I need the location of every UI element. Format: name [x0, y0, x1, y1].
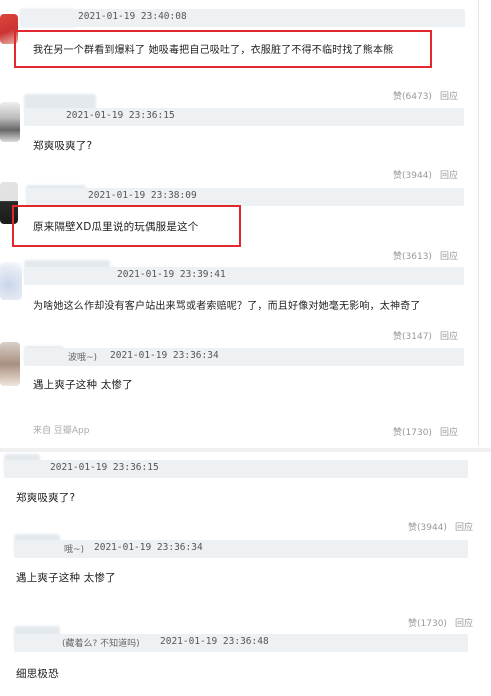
comment-timestamp: 2021-01-19 23:40:08 — [78, 11, 187, 22]
screenshot-page: 2021-01-19 23:40:08 我在另一个群看到爆料了 她吸毒把自己吸吐… — [0, 0, 491, 696]
comment-timestamp: 2021-01-19 23:36:48 — [160, 636, 269, 647]
comment-text: 遇上爽子这种 太惨了 — [16, 572, 116, 584]
comment-username-suffix[interactable]: 波哦~) — [68, 350, 97, 363]
comment-5: 波哦~) 2021-01-19 23:36:34 遇上爽子这种 太惨了 来自 豆… — [0, 340, 491, 444]
avatar[interactable] — [0, 102, 20, 142]
comment-text: 细思极恐 — [16, 668, 59, 680]
comment-source: 来自 豆瓣App — [33, 426, 90, 436]
repeat-comment-2: 哦~) 2021-01-19 23:36:34 遇上爽子这种 太惨了 赞(173… — [0, 530, 491, 629]
comment-text: 为啥她这么作却没有客户站出来骂或者索赔呢？了，而且好像对她毫无影响，太神奇了 — [33, 301, 421, 312]
repeat-comment-1: 2021-01-19 23:36:15 郑爽吸爽了? 赞(3944) 回应 — [0, 452, 491, 533]
comment-text: 郑爽吸爽了? — [33, 140, 93, 152]
comment-text: 遇上爽子这种 太惨了 — [33, 379, 133, 391]
like-button[interactable]: 赞(1730) — [393, 425, 432, 438]
comment-timestamp: 2021-01-19 23:36:15 — [66, 110, 175, 121]
repeat-comment-3: (藏着么? 不知道吗) 2021-01-19 23:36:48 细思极恐 — [0, 626, 491, 696]
reply-button[interactable]: 回应 — [440, 425, 458, 438]
comment-text: 郑爽吸爽了? — [16, 492, 76, 504]
comment-meta-bar — [24, 267, 464, 285]
avatar[interactable] — [0, 262, 22, 300]
comment-2: 2021-01-19 23:36:15 郑爽吸爽了? 赞(3944) 回应 — [0, 94, 491, 182]
reply-button[interactable]: 回应 — [440, 168, 458, 181]
highlight-box — [12, 205, 241, 247]
highlight-box — [14, 30, 432, 68]
comment-4: 2021-01-19 23:39:41 为啥她这么作却没有客户站出来骂或者索赔呢… — [0, 258, 491, 342]
comment-timestamp: 2021-01-19 23:38:09 — [88, 190, 197, 201]
comment-timestamp: 2021-01-19 23:39:41 — [117, 269, 226, 280]
avatar[interactable] — [0, 342, 20, 386]
comment-timestamp: 2021-01-19 23:36:34 — [94, 542, 203, 553]
comment-username-suffix[interactable]: (藏着么? 不知道吗) — [62, 636, 140, 649]
comment-username-suffix[interactable]: 哦~) — [64, 542, 84, 555]
comment-timestamp: 2021-01-19 23:36:34 — [110, 350, 219, 361]
comment-timestamp: 2021-01-19 23:36:15 — [50, 462, 159, 473]
like-button[interactable]: 赞(3944) — [393, 168, 432, 181]
